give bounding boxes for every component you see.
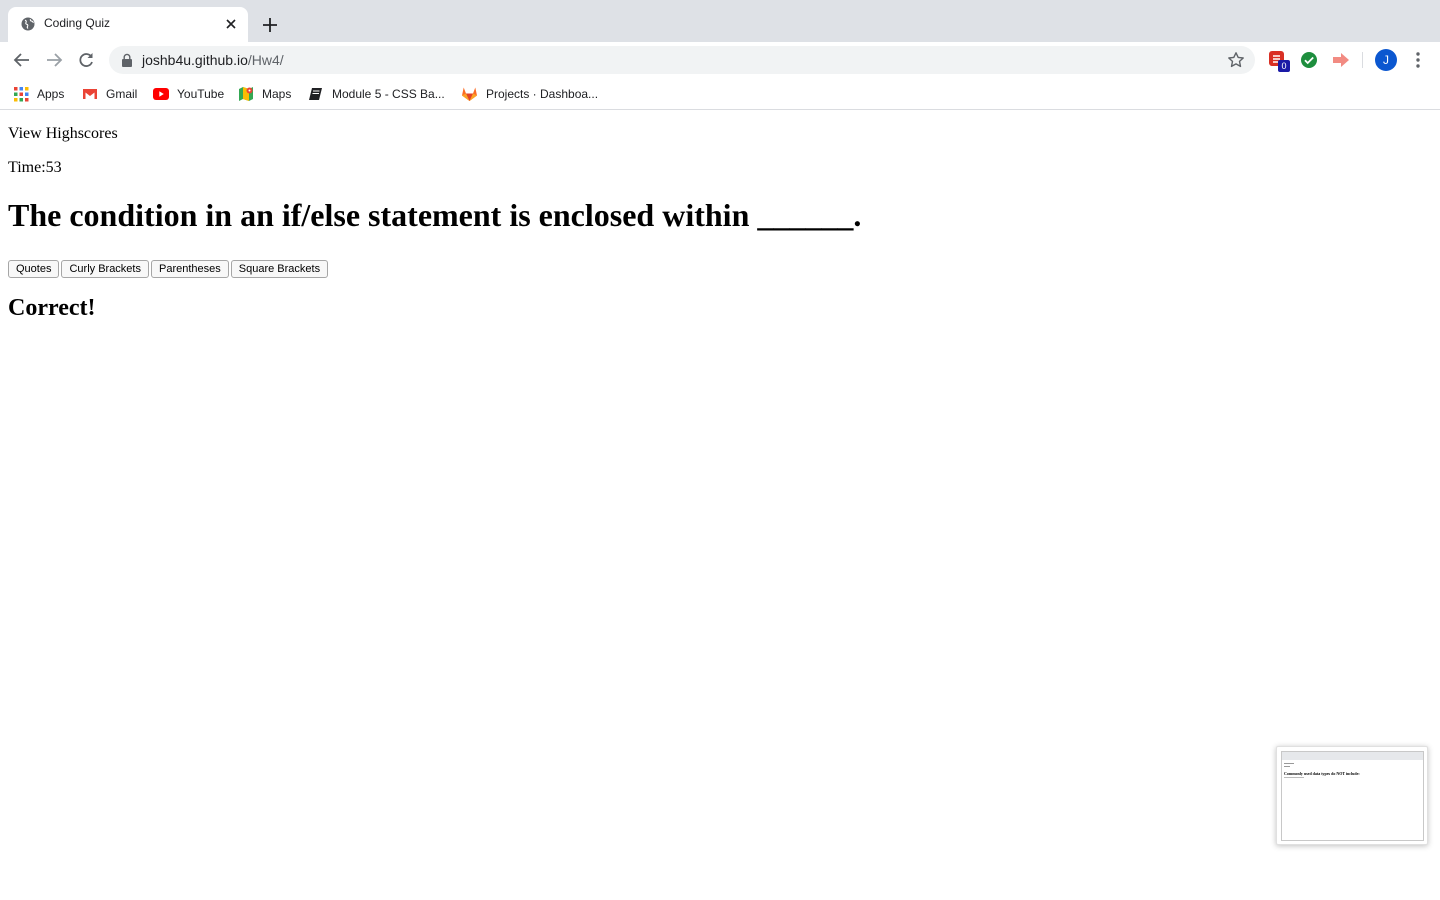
timer-value: 53	[45, 159, 62, 176]
tab-strip: Coding Quiz	[0, 0, 1440, 42]
bookmark-label: YouTube	[177, 87, 225, 101]
toolbar-separator	[1362, 52, 1363, 68]
close-icon[interactable]	[223, 16, 239, 32]
choice-curly-brackets-button[interactable]: Curly Brackets	[61, 260, 149, 278]
choice-square-brackets-button[interactable]: Square Brackets	[230, 260, 329, 278]
quiz-page: View Highscores Time:53 The condition in…	[0, 111, 1440, 900]
youtube-icon	[153, 88, 169, 100]
address-bar[interactable]: joshb4u.github.io/Hw4/	[109, 46, 1255, 74]
new-tab-icon[interactable]	[260, 15, 280, 35]
bookmark-label: Projects · Dashboa...	[486, 87, 599, 101]
forward-arrow-icon[interactable]	[44, 50, 64, 70]
profile-avatar[interactable]: J	[1375, 49, 1397, 71]
bookmark-label: Gmail	[106, 87, 138, 101]
choice-parentheses-button[interactable]: Parentheses	[151, 260, 229, 278]
url-path: /Hw4/	[247, 52, 284, 68]
question-text: The condition in an if/else statement is…	[8, 197, 862, 233]
answer-choices: Quotes Curly Brackets Parentheses Square…	[8, 260, 330, 278]
browser-toolbar: joshb4u.github.io/Hw4/ 0 J	[0, 42, 1440, 78]
browser-tab[interactable]: Coding Quiz	[8, 7, 248, 42]
thumbnail-heading: Commonly used data types do NOT include:	[1284, 771, 1360, 776]
bookmark-gitlab[interactable]: Projects · Dashboa...	[461, 85, 598, 103]
bookmark-label: Apps	[37, 87, 65, 101]
apps-grid-icon	[14, 86, 29, 101]
bookmark-star-icon[interactable]	[1227, 51, 1245, 69]
thumbnail-chrome	[1282, 752, 1423, 760]
bookmark-label: Module 5 - CSS Ba...	[332, 87, 445, 101]
thumbnail-line	[1284, 763, 1294, 764]
maps-icon	[239, 87, 253, 101]
screenshot-thumbnail[interactable]: Commonly used data types do NOT include:	[1276, 746, 1428, 845]
tab-title: Coding Quiz	[44, 16, 111, 30]
thumbnail-page: Commonly used data types do NOT include:	[1281, 751, 1424, 841]
timer-label: Time:	[8, 159, 46, 176]
book-icon	[309, 88, 322, 100]
arrow-extension-icon[interactable]	[1331, 50, 1351, 70]
lock-icon	[122, 53, 132, 67]
answer-feedback: Correct!	[8, 295, 96, 321]
bookmark-youtube[interactable]: YouTube	[153, 85, 224, 103]
extension-red-icon[interactable]: 0	[1268, 50, 1290, 72]
check-circle-icon[interactable]	[1299, 50, 1319, 70]
url-text: joshb4u.github.io/Hw4/	[142, 52, 284, 68]
thumbnail-line	[1284, 766, 1290, 767]
view-highscores-link[interactable]: View Highscores	[8, 125, 118, 143]
reload-icon[interactable]	[76, 50, 96, 70]
more-vert-icon[interactable]	[1410, 50, 1426, 70]
bookmarks-bar: Apps Gmail YouTube Maps Module 5 - CSS B…	[0, 78, 1440, 110]
extension-badge: 0	[1278, 60, 1290, 72]
bookmark-module5[interactable]: Module 5 - CSS Ba...	[308, 85, 445, 103]
bookmark-gmail[interactable]: Gmail	[82, 85, 137, 103]
url-host: joshb4u.github.io	[142, 52, 248, 68]
globe-icon	[21, 17, 35, 31]
back-arrow-icon[interactable]	[12, 50, 32, 70]
bookmark-apps[interactable]: Apps	[14, 85, 64, 103]
bookmark-maps[interactable]: Maps	[238, 85, 291, 103]
choice-quotes-button[interactable]: Quotes	[8, 260, 60, 278]
gitlab-icon	[462, 87, 477, 101]
gmail-icon	[83, 89, 97, 99]
thumbnail-line	[1284, 777, 1304, 778]
timer: Time:53	[8, 159, 62, 177]
bookmark-label: Maps	[262, 87, 292, 101]
